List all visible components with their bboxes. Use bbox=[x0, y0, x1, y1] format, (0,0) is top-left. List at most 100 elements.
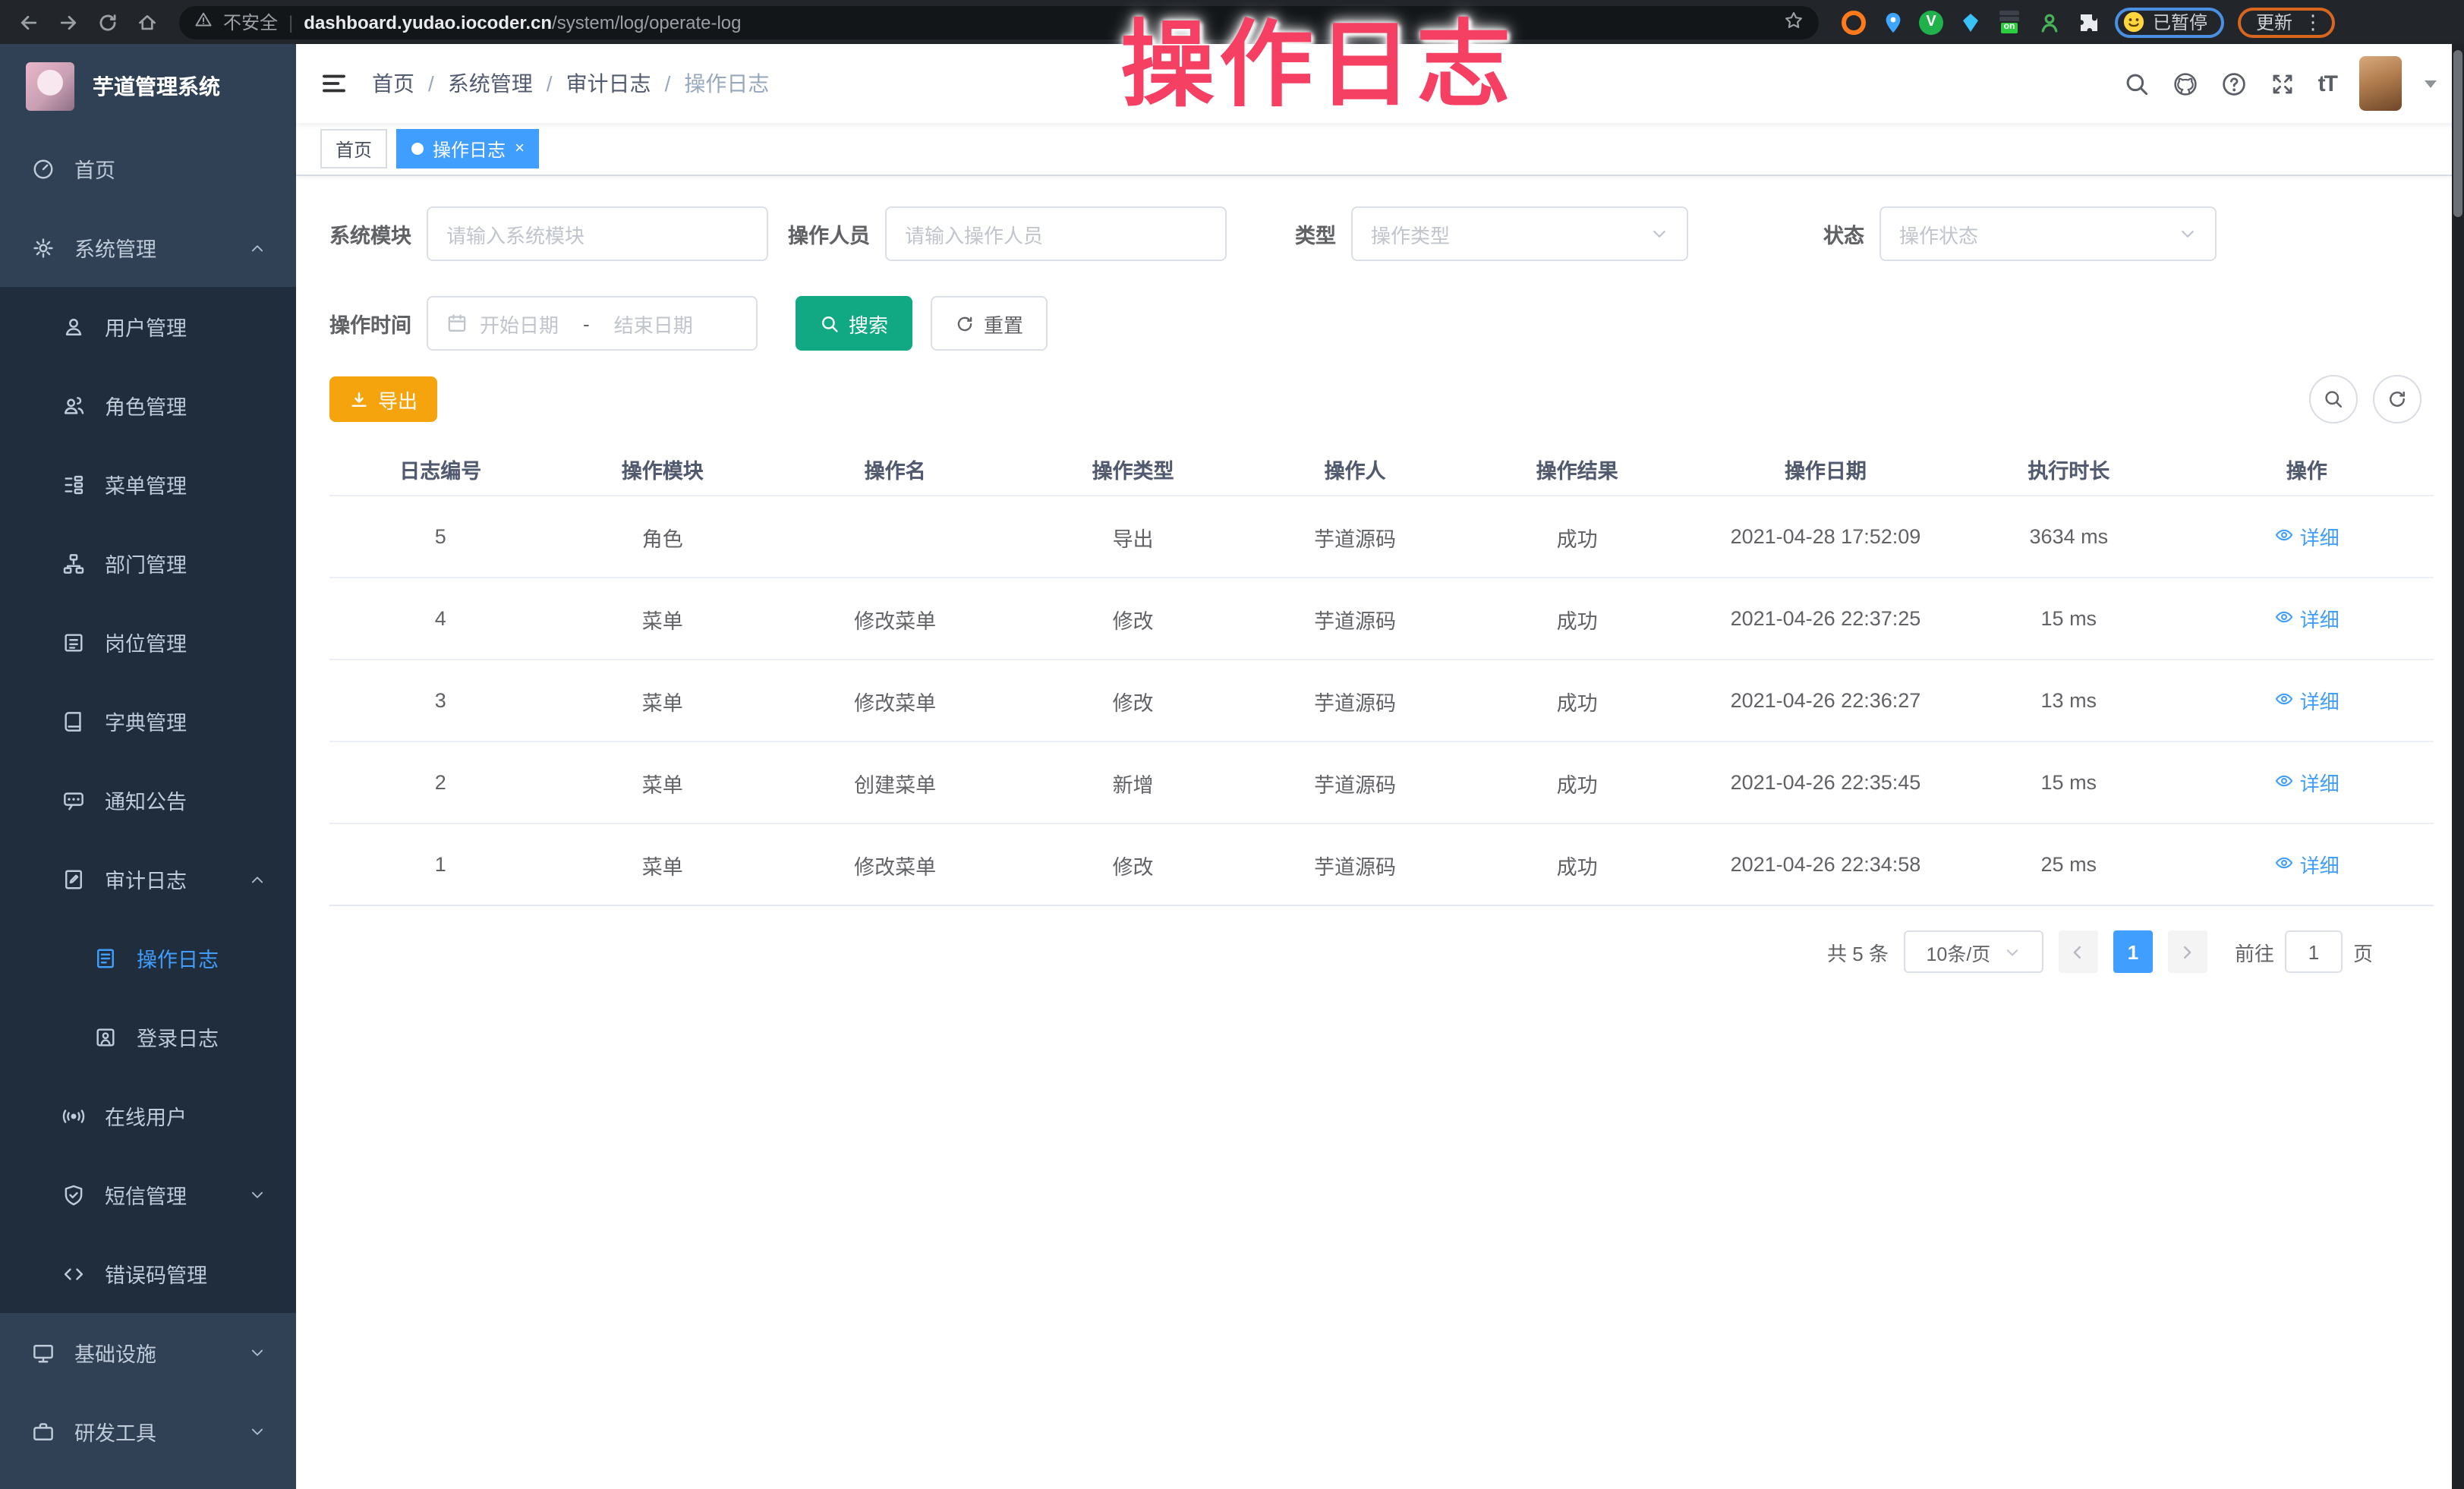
sidebar-item-6[interactable]: 岗位管理 bbox=[0, 603, 296, 682]
security-label[interactable]: 不安全 bbox=[223, 9, 278, 35]
tab-0[interactable]: 首页 bbox=[320, 129, 387, 168]
ext-ring-icon[interactable] bbox=[1840, 9, 1866, 35]
browser-menu-icon[interactable]: ⋮ bbox=[2303, 12, 2323, 32]
search-icon[interactable] bbox=[2124, 71, 2150, 96]
forward-icon[interactable] bbox=[52, 5, 85, 39]
detail-link[interactable]: 详细 bbox=[2274, 604, 2340, 633]
sidebar-item-13[interactable]: 短信管理 bbox=[0, 1155, 296, 1234]
detail-link[interactable]: 详细 bbox=[2274, 768, 2340, 797]
next-page-button[interactable] bbox=[2168, 930, 2207, 973]
dict-book-icon bbox=[62, 710, 85, 732]
sidebar-item-4[interactable]: 菜单管理 bbox=[0, 445, 296, 524]
github-icon[interactable] bbox=[2173, 71, 2198, 96]
type-label: 类型 bbox=[1295, 219, 1336, 249]
breadcrumb-item-1[interactable]: 系统管理 bbox=[448, 68, 533, 99]
back-icon[interactable] bbox=[12, 5, 46, 39]
cell-name: 修改菜单 bbox=[774, 823, 1016, 905]
sidebar-item-3[interactable]: 角色管理 bbox=[0, 366, 296, 445]
font-size-icon[interactable]: tT bbox=[2318, 71, 2336, 96]
sidebar-item-10[interactable]: 操作日志 bbox=[0, 918, 296, 997]
sidebar-item-11[interactable]: 登录日志 bbox=[0, 997, 296, 1076]
caret-down-icon[interactable] bbox=[2425, 80, 2437, 87]
type-select[interactable]: 操作类型 bbox=[1351, 206, 1688, 261]
gear-icon bbox=[32, 236, 55, 259]
status-select[interactable]: 操作状态 bbox=[1880, 206, 2217, 261]
sidebar-item-7[interactable]: 字典管理 bbox=[0, 682, 296, 760]
sidebar-item-12[interactable]: 在线用户 bbox=[0, 1076, 296, 1155]
dashboard-icon bbox=[32, 157, 55, 180]
bookmark-star-icon[interactable] bbox=[1784, 10, 1804, 34]
sidebar-item-1[interactable]: 系统管理 bbox=[0, 208, 296, 287]
sidebar-item-2[interactable]: 用户管理 bbox=[0, 287, 296, 366]
module-input[interactable]: 请输入系统模块 bbox=[427, 206, 768, 261]
help-icon[interactable] bbox=[2221, 71, 2247, 96]
hamburger-icon[interactable] bbox=[320, 70, 348, 97]
toggle-search-circle-button[interactable] bbox=[2309, 375, 2358, 423]
chevron-down-icon bbox=[249, 1186, 266, 1203]
table-row-3: 2菜单创建菜单新增芋道源码成功2021-04-26 22:35:4515 ms详… bbox=[329, 741, 2434, 823]
detail-link[interactable]: 详细 bbox=[2274, 686, 2340, 715]
search-icon bbox=[2323, 389, 2344, 410]
operator-input[interactable]: 请输入操作人员 bbox=[885, 206, 1227, 261]
ext-pin-icon[interactable] bbox=[1880, 9, 1905, 35]
status-label: 状态 bbox=[1823, 219, 1864, 249]
sidebar-item-label: 在线用户 bbox=[105, 1100, 187, 1131]
paused-extension-badge[interactable]: 已暂停 bbox=[2115, 7, 2224, 37]
operate-log-icon bbox=[94, 946, 117, 969]
reload-icon[interactable] bbox=[91, 5, 124, 39]
cell-id: 1 bbox=[329, 823, 552, 905]
detail-link[interactable]: 详细 bbox=[2274, 522, 2340, 551]
page-size-select[interactable]: 10条/页 bbox=[1904, 930, 2043, 973]
sidebar-item-0[interactable]: 首页 bbox=[0, 129, 296, 208]
notice-icon bbox=[62, 789, 85, 811]
cell-module: 菜单 bbox=[552, 660, 774, 741]
export-button[interactable]: 导出 bbox=[329, 376, 437, 422]
date-range-input[interactable]: 开始日期 - 结束日期 bbox=[427, 296, 758, 351]
paused-label: 已暂停 bbox=[2153, 9, 2207, 35]
operation-log-table: 日志编号操作模块操作名操作类型操作人操作结果操作日期执行时长操作5角色导出芋道源… bbox=[329, 443, 2434, 906]
refresh-circle-button[interactable] bbox=[2373, 375, 2421, 423]
scrollbar-thumb[interactable] bbox=[2453, 50, 2462, 217]
status-placeholder: 操作状态 bbox=[1899, 219, 1978, 248]
current-page-button[interactable]: 1 bbox=[2113, 930, 2153, 973]
column-header: 操作结果 bbox=[1460, 443, 1693, 496]
active-dot-icon bbox=[411, 143, 424, 155]
search-button[interactable]: 搜索 bbox=[796, 296, 912, 351]
app-logo-row[interactable]: 芋道管理系统 bbox=[0, 44, 296, 129]
prev-page-button[interactable] bbox=[2059, 930, 2098, 973]
detail-link[interactable]: 详细 bbox=[2274, 850, 2340, 879]
update-button[interactable]: 更新 ⋮ bbox=[2238, 7, 2335, 37]
sidebar-item-9[interactable]: 审计日志 bbox=[0, 839, 296, 918]
org-tree-icon bbox=[62, 552, 85, 575]
close-icon[interactable]: × bbox=[515, 140, 525, 157]
sidebar-item-16[interactable]: 研发工具 bbox=[0, 1392, 296, 1471]
ext-stack-on-icon[interactable]: on bbox=[1996, 9, 2022, 35]
emoji-face-icon bbox=[2122, 11, 2145, 33]
user-avatar[interactable] bbox=[2359, 56, 2402, 111]
infra-monitor-icon bbox=[32, 1341, 55, 1364]
page-scrollbar[interactable] bbox=[2452, 44, 2464, 1489]
ext-gem-icon[interactable] bbox=[1957, 9, 1983, 35]
search-icon bbox=[820, 313, 840, 333]
sidebar-item-5[interactable]: 部门管理 bbox=[0, 524, 296, 603]
fullscreen-icon[interactable] bbox=[2270, 71, 2295, 96]
breadcrumb-item-0[interactable]: 首页 bbox=[372, 68, 414, 99]
sidebar-item-15[interactable]: 基础设施 bbox=[0, 1313, 296, 1392]
url-bar[interactable]: 不安全 | dashboard.yudao.iocoder.cn/system/… bbox=[179, 5, 1819, 39]
user-icon bbox=[62, 315, 85, 338]
sidebar-item-8[interactable]: 通知公告 bbox=[0, 760, 296, 839]
sidebar-menu: 首页 系统管理 用户管理 角色管理 菜单管理 部门管理 岗位管理 字典管理 通知… bbox=[0, 129, 296, 1471]
home-icon[interactable] bbox=[131, 5, 164, 39]
cell-module: 角色 bbox=[552, 496, 774, 578]
reset-button[interactable]: 重置 bbox=[931, 296, 1048, 351]
extensions-puzzle-icon[interactable] bbox=[2075, 9, 2101, 35]
cell-name: 修改菜单 bbox=[774, 660, 1016, 741]
ext-green-person-icon[interactable] bbox=[2036, 9, 2062, 35]
cell-id: 4 bbox=[329, 578, 552, 660]
ext-green-v-icon[interactable]: V bbox=[1919, 10, 1943, 34]
sidebar-item-label: 用户管理 bbox=[105, 311, 187, 342]
goto-page-input[interactable]: 1 bbox=[2285, 930, 2343, 973]
breadcrumb-item-2[interactable]: 审计日志 bbox=[566, 68, 651, 99]
tab-1[interactable]: 操作日志 × bbox=[396, 129, 540, 168]
sidebar-item-14[interactable]: 错误码管理 bbox=[0, 1234, 296, 1313]
